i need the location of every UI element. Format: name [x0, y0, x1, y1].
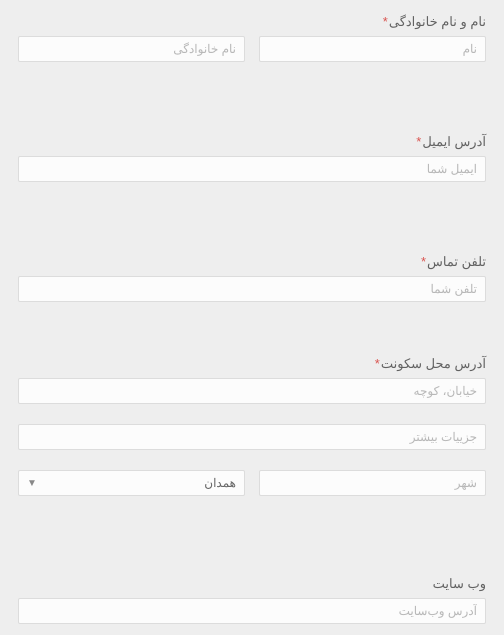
chevron-down-icon: ▼: [27, 478, 37, 489]
website-input[interactable]: [18, 598, 486, 624]
city-province-row: همدان ▼: [18, 470, 486, 496]
address-details-input[interactable]: [18, 424, 486, 450]
required-mark: *: [375, 356, 380, 371]
required-mark: *: [383, 14, 388, 29]
field-group-email: آدرس ایمیل*: [18, 134, 486, 182]
label-phone: تلفن تماس*: [18, 254, 486, 270]
first-name-input[interactable]: [259, 36, 486, 62]
field-group-website: وب سایت: [18, 576, 486, 624]
province-selected-value: همدان: [204, 476, 236, 490]
address-block: همدان ▼: [18, 378, 486, 496]
label-name: نام و نام خانوادگی*: [18, 14, 486, 30]
email-input[interactable]: [18, 156, 486, 182]
field-group-name: نام و نام خانوادگی*: [18, 14, 486, 62]
required-mark: *: [416, 134, 421, 149]
label-phone-text: تلفن تماس: [427, 254, 486, 269]
name-row: [18, 36, 486, 62]
required-mark: *: [421, 254, 426, 269]
label-name-text: نام و نام خانوادگی: [389, 14, 486, 29]
label-website: وب سایت: [18, 576, 486, 592]
field-group-phone: تلفن تماس*: [18, 254, 486, 302]
label-email-text: آدرس ایمیل: [422, 134, 486, 149]
phone-input[interactable]: [18, 276, 486, 302]
label-address: آدرس محل سکونت*: [18, 356, 486, 372]
label-address-text: آدرس محل سکونت: [381, 356, 486, 371]
field-group-address: آدرس محل سکونت* همدان ▼: [18, 356, 486, 496]
last-name-input[interactable]: [18, 36, 245, 62]
province-select[interactable]: همدان ▼: [18, 470, 245, 496]
label-website-text: وب سایت: [433, 576, 486, 591]
city-input[interactable]: [259, 470, 486, 496]
label-email: آدرس ایمیل*: [18, 134, 486, 150]
street-input[interactable]: [18, 378, 486, 404]
